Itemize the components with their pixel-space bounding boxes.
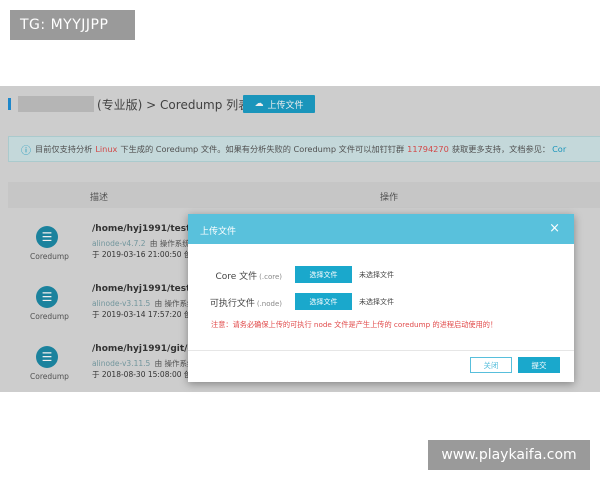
core-file-status: 未选择文件 xyxy=(359,271,394,279)
upload-dialog: 上传文件 × Core 文件 (.core) 选择文件 未选择文件 可执行文件 (.… xyxy=(188,214,574,382)
submit-button[interactable]: 提交 xyxy=(518,357,560,373)
core-file-label-text: Core 文件 xyxy=(215,272,258,282)
dialog-title: 上传文件 xyxy=(200,227,237,237)
executable-file-ext: (.node) xyxy=(256,300,282,308)
executable-file-field: 可执行文件 (.node) 选择文件 未选择文件 xyxy=(188,293,574,311)
core-file-label: Core 文件 (.core) xyxy=(215,269,282,282)
close-dialog-button[interactable]: 关闭 xyxy=(470,357,512,373)
watermark-text: www.playkaifa.com xyxy=(428,440,590,470)
executable-file-label-text: 可执行文件 xyxy=(209,299,255,309)
close-icon[interactable]: × xyxy=(549,221,560,236)
choose-core-file-button[interactable]: 选择文件 xyxy=(295,266,352,283)
executable-file-label: 可执行文件 (.node) xyxy=(210,296,282,309)
warning-notice: 注意：请务必确保上传的可执行 node 文件是产生上传的 coredump 的进… xyxy=(211,320,498,329)
executable-file-status: 未选择文件 xyxy=(359,298,394,306)
dialog-header: 上传文件 × xyxy=(188,214,574,244)
dialog-divider xyxy=(188,350,574,351)
overlay-tag: TG: MYYJJPP xyxy=(10,10,135,40)
core-file-field: Core 文件 (.core) 选择文件 未选择文件 xyxy=(188,266,574,284)
choose-executable-file-button[interactable]: 选择文件 xyxy=(295,293,352,310)
core-file-ext: (.core) xyxy=(259,273,282,281)
